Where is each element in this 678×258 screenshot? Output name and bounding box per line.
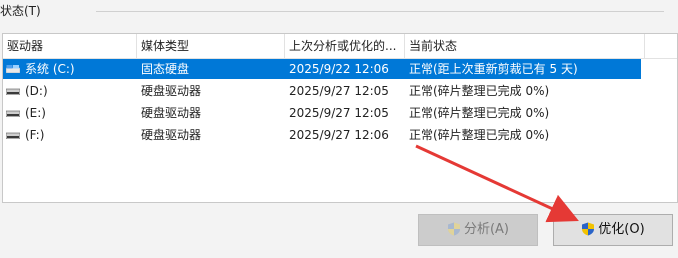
last-run: 2025/9/27 12:05	[289, 106, 389, 120]
optimize-button[interactable]: 优化(O)	[553, 214, 673, 246]
optimize-drives-window: 状态(T) 驱动器 媒体类型 上次分析或优化的... 当前状态 系统 (C:) …	[0, 0, 678, 258]
last-run: 2025/9/22 12:06	[289, 62, 389, 76]
current-status: 正常(碎片整理已完成 0%)	[409, 106, 550, 120]
list-header: 驱动器 媒体类型 上次分析或优化的... 当前状态	[3, 34, 677, 59]
media-type: 硬盘驱动器	[141, 84, 202, 98]
current-status: 正常(碎片整理已完成 0%)	[409, 84, 550, 98]
media-type: 硬盘驱动器	[141, 106, 202, 120]
list-rows: 系统 (C:) 固态硬盘 2025/9/22 12:06 正常(距上次重新剪裁已…	[3, 58, 677, 146]
uac-shield-icon	[582, 222, 595, 235]
drive-icon	[6, 88, 20, 95]
last-run: 2025/9/27 12:05	[289, 84, 389, 98]
drive-list[interactable]: 驱动器 媒体类型 上次分析或优化的... 当前状态 系统 (C:) 固态硬盘 2…	[2, 33, 678, 203]
table-row-c[interactable]: 系统 (C:) 固态硬盘 2025/9/22 12:06 正常(距上次重新剪裁已…	[3, 58, 677, 80]
analyze-button[interactable]: 分析(A)	[418, 214, 538, 246]
optimize-button-label: 优化(O)	[598, 222, 645, 237]
column-header-status[interactable]: 当前状态	[405, 34, 645, 58]
media-type: 固态硬盘	[141, 62, 190, 76]
group-divider	[96, 11, 664, 12]
current-status: 正常(碎片整理已完成 0%)	[409, 128, 550, 142]
column-header-last-run[interactable]: 上次分析或优化的...	[285, 34, 405, 58]
drive-icon	[6, 132, 20, 139]
drive-name: (F:)	[25, 128, 45, 142]
system-drive-icon	[6, 65, 20, 73]
last-run: 2025/9/27 12:06	[289, 128, 389, 142]
uac-shield-icon	[447, 222, 460, 235]
status-group-label: 状态(T)	[0, 2, 47, 19]
drive-name: (D:)	[25, 84, 48, 98]
drive-icon	[6, 110, 20, 117]
drive-name: 系统 (C:)	[25, 62, 75, 76]
table-row-f[interactable]: (F:) 硬盘驱动器 2025/9/27 12:06 正常(碎片整理已完成 0%…	[3, 124, 677, 146]
analyze-button-label: 分析(A)	[463, 222, 510, 237]
media-type: 硬盘驱动器	[141, 128, 202, 142]
column-header-drive[interactable]: 驱动器	[3, 34, 137, 58]
column-header-media-type[interactable]: 媒体类型	[137, 34, 285, 58]
drive-name: (E:)	[25, 106, 46, 120]
current-status: 正常(距上次重新剪裁已有 5 天)	[409, 62, 578, 76]
table-row-e[interactable]: (E:) 硬盘驱动器 2025/9/27 12:05 正常(碎片整理已完成 0%…	[3, 102, 677, 124]
table-row-d[interactable]: (D:) 硬盘驱动器 2025/9/27 12:05 正常(碎片整理已完成 0%…	[3, 80, 677, 102]
